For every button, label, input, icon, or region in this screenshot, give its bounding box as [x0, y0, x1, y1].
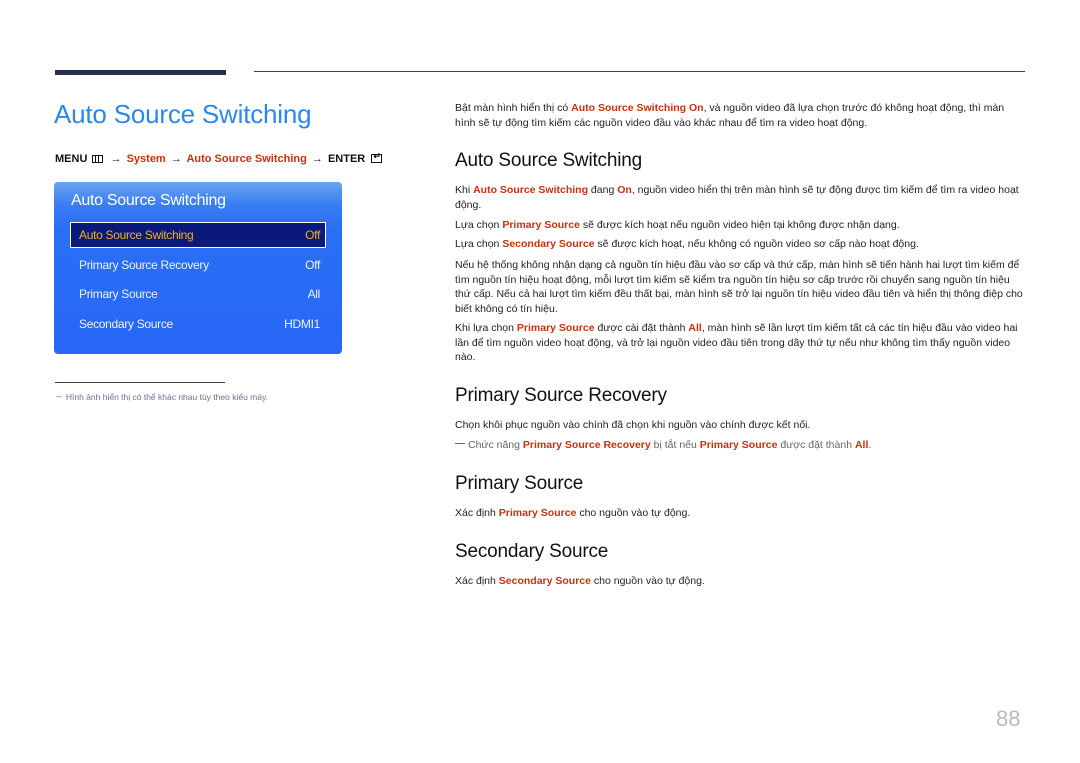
osd-row-value: All — [307, 287, 321, 301]
paragraph: Khi Auto Source Switching đang On, nguồn… — [455, 183, 1027, 212]
osd-row-primary-source-recovery[interactable]: Primary Source Recovery Off — [70, 252, 326, 278]
osd-row-label: Secondary Source — [79, 317, 173, 331]
highlight: All — [854, 439, 869, 451]
osd-row-label: Primary Source Recovery — [79, 258, 209, 272]
text: cho nguồn vào tự động. — [576, 507, 691, 519]
osd-row-value: Off — [305, 258, 320, 272]
paragraph: Lựa chọn Primary Source sẽ được kích hoạ… — [455, 218, 1027, 233]
osd-menu-panel: Auto Source Switching Auto Source Switch… — [54, 182, 342, 354]
text: Bật màn hình hiển thị có — [455, 102, 572, 114]
highlight: Auto Source Switching — [473, 184, 589, 196]
osd-row-primary-source[interactable]: Primary Source All — [70, 281, 326, 307]
highlight: Primary Source — [498, 507, 577, 519]
osd-row-auto-source-switching[interactable]: Auto Source Switching Off — [70, 222, 326, 248]
paragraph: Nếu hệ thống không nhận dạng cả nguồn tí… — [455, 259, 1023, 315]
osd-row-value: HDMI1 — [284, 317, 320, 331]
text: sẽ được kích hoạt, nếu không có nguồn vi… — [594, 238, 919, 250]
text: Khi lựa chọn — [455, 322, 517, 334]
enter-icon — [371, 151, 383, 163]
header-rule-thin — [254, 71, 1025, 72]
text: đang — [588, 184, 618, 196]
highlight: Auto Source Switching On — [571, 102, 704, 114]
osd-row-label: Auto Source Switching — [79, 228, 194, 242]
section-heading-primary-source: Primary Source — [455, 473, 584, 494]
osd-row-value: Off — [305, 228, 320, 242]
paragraph: Xác định Primary Source cho nguồn vào tự… — [455, 506, 1027, 521]
highlight: Primary Source — [699, 439, 778, 451]
footnote: － Hình ảnh hiển thị có thể khác nhau tùy… — [55, 392, 268, 402]
highlight: All — [688, 322, 702, 334]
section-heading-primary-source-recovery: Primary Source Recovery — [455, 385, 667, 406]
arrow-icon: → — [170, 153, 182, 165]
paragraph: Khi lựa chọn Primary Source được cài đặt… — [455, 321, 1027, 365]
footnote-rule — [55, 382, 225, 383]
paragraph: Chọn khôi phục nguồn vào chính đã chọn k… — [455, 419, 811, 431]
osd-title: Auto Source Switching — [71, 192, 226, 209]
highlight: Secondary Source — [502, 238, 595, 250]
text: Xác định — [455, 575, 499, 587]
paragraph: Xác định Secondary Source cho nguồn vào … — [455, 574, 1027, 589]
text: bị tắt nếu — [650, 439, 700, 451]
menu-path-system: System — [126, 153, 166, 165]
intro-paragraph: Bật màn hình hiển thị có Auto Source Swi… — [455, 101, 1027, 130]
text: Lựa chọn — [455, 219, 503, 231]
text: Lựa chọn — [455, 238, 503, 250]
text: được đặt thành — [777, 439, 855, 451]
paragraph: Lựa chọn Secondary Source sẽ được kích h… — [455, 237, 1027, 252]
note: Chức năng Primary Source Recovery bị tắt… — [455, 438, 1027, 453]
text: được cài đặt thành — [594, 322, 689, 334]
highlight: Primary Source — [516, 322, 595, 334]
section-heading-secondary-source: Secondary Source — [455, 541, 609, 562]
highlight: Primary Source — [502, 219, 580, 231]
page-number: 88 — [996, 706, 1021, 731]
osd-row-secondary-source[interactable]: Secondary Source HDMI1 — [70, 311, 326, 337]
osd-row-label: Primary Source — [79, 287, 158, 301]
highlight: Secondary Source — [498, 575, 591, 587]
text: sẽ được kích hoạt nếu nguồn video hiện t… — [579, 219, 900, 231]
menu-icon — [92, 155, 104, 163]
text: Khi — [455, 184, 474, 196]
text: Xác định — [455, 507, 499, 519]
arrow-icon: → — [110, 153, 122, 165]
text: . — [868, 439, 872, 451]
page-title: Auto Source Switching — [54, 99, 312, 129]
highlight: Primary Source Recovery — [522, 439, 651, 451]
section-heading-auto-source-switching: Auto Source Switching — [455, 150, 642, 171]
enter-label: ENTER — [327, 153, 366, 165]
text: cho nguồn vào tự động. — [590, 575, 705, 587]
highlight: On — [617, 184, 632, 196]
note-dash-icon — [455, 443, 465, 444]
arrow-icon: → — [311, 153, 323, 165]
text: Chức năng — [468, 439, 523, 451]
menu-label: MENU — [55, 153, 88, 165]
header-rule-thick — [55, 70, 226, 75]
menu-path: MENU → System → Auto Source Switching → … — [55, 151, 383, 165]
menu-path-item: Auto Source Switching — [186, 153, 307, 165]
